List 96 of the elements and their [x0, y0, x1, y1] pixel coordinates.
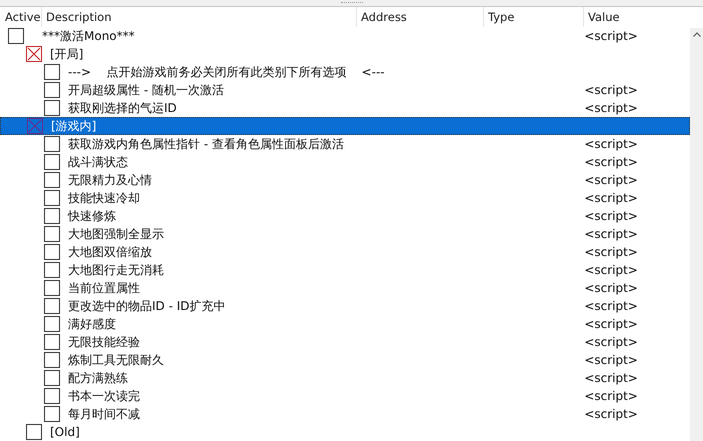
tree-row[interactable]: 大地图行走无消耗 <script>	[0, 261, 690, 279]
entry-value: <script>	[584, 191, 638, 205]
checkbox[interactable]	[44, 280, 60, 296]
scrollbar[interactable]	[690, 28, 703, 441]
tree-row[interactable]: 无限精力及心情 <script>	[0, 171, 690, 189]
checkbox[interactable]	[44, 208, 60, 224]
entry-value: <script>	[584, 155, 638, 169]
checkbox[interactable]	[26, 46, 42, 62]
selected-row[interactable]: [游戏内]	[0, 117, 690, 135]
entry-description: 更改选中的物品ID - ID扩充中	[68, 298, 226, 314]
tree-row[interactable]: 战斗满状态 <script>	[0, 153, 690, 171]
tree-row[interactable]: 书本一次读完 <script>	[0, 387, 690, 405]
checkbox[interactable]	[8, 28, 24, 44]
entry-value: <script>	[584, 371, 638, 385]
entry-value: <script>	[584, 281, 638, 295]
splitter-grip-icon[interactable]	[340, 2, 362, 4]
entry-value: <script>	[584, 335, 638, 349]
entry-description: ***激活Mono***	[42, 28, 135, 44]
entry-description: 当前位置属性	[68, 280, 140, 296]
entry-description: 大地图双倍缩放	[68, 244, 152, 260]
tree-row[interactable]: 快速修炼 <script>	[0, 207, 690, 225]
entry-value: <script>	[584, 263, 638, 277]
entry-value: <script>	[584, 173, 638, 187]
column-header[interactable]: Value	[584, 7, 690, 27]
entry-description: 配方满熟练	[68, 370, 128, 386]
checkbox[interactable]	[44, 82, 60, 98]
column-header[interactable]: Description	[42, 7, 357, 27]
entry-description: 获取游戏内角色属性指针 - 查看角色属性面板后激活	[68, 136, 344, 152]
checkbox[interactable]	[44, 136, 60, 152]
tree-row[interactable]: [开局]	[0, 45, 690, 63]
tree-row[interactable]: 大地图双倍缩放 <script>	[0, 243, 690, 261]
checkbox[interactable]	[44, 172, 60, 188]
tree-row[interactable]: 无限技能经验 <script>	[0, 333, 690, 351]
entry-description: 战斗满状态	[68, 154, 128, 170]
tree-row[interactable]: 获取游戏内角色属性指针 - 查看角色属性面板后激活 <script>	[0, 135, 690, 153]
checkbox[interactable]	[44, 154, 60, 170]
entry-value: <script>	[584, 389, 638, 403]
entry-description: 炼制工具无限耐久	[68, 352, 164, 368]
entry-value: <script>	[584, 353, 638, 367]
checkbox[interactable]	[44, 388, 60, 404]
tree-row[interactable]: 开局超级属性 - 随机一次激活 <script>	[0, 81, 690, 99]
checkbox[interactable]	[26, 424, 42, 440]
entry-description: 每月时间不减	[68, 406, 140, 422]
entry-description: 满好感度	[68, 316, 116, 332]
entry-value: <script>	[584, 299, 638, 313]
tree-row[interactable]: ---> 点开始游戏前务必关闭所有此类别下所有选项 <---	[0, 63, 690, 81]
checkbox[interactable]	[44, 298, 60, 314]
tree-row[interactable]: 获取刚选择的气运ID <script>	[0, 99, 690, 117]
tree-row[interactable]: 更改选中的物品ID - ID扩充中 <script>	[0, 297, 690, 315]
column-header[interactable]: Active	[0, 7, 42, 27]
entry-value: <script>	[584, 227, 638, 241]
entry-description: 快速修炼	[68, 208, 116, 224]
checkbox[interactable]	[44, 226, 60, 242]
entry-description: 无限精力及心情	[68, 172, 152, 188]
entry-value: <script>	[584, 83, 638, 97]
entry-description: [游戏内]	[51, 118, 96, 134]
entry-value: <script>	[584, 101, 638, 115]
scroll-up-icon[interactable]	[692, 32, 700, 37]
tree-row[interactable]: 大地图强制全显示 <script>	[0, 225, 690, 243]
tree-row[interactable]: 炼制工具无限耐久 <script>	[0, 351, 690, 369]
checkbox[interactable]	[44, 352, 60, 368]
checkbox[interactable]	[44, 316, 60, 332]
checkbox[interactable]	[44, 190, 60, 206]
entry-value: <script>	[584, 245, 638, 259]
entry-value: <script>	[584, 29, 638, 43]
checkbox[interactable]	[44, 262, 60, 278]
entry-description: 技能快速冷却	[68, 190, 140, 206]
entry-description: 无限技能经验	[68, 334, 140, 350]
tree-row[interactable]: 每月时间不减 <script>	[0, 405, 690, 423]
entry-description: 大地图行走无消耗	[68, 262, 164, 278]
tree-row[interactable]: 满好感度 <script>	[0, 315, 690, 333]
checkbox[interactable]	[44, 370, 60, 386]
tree-row[interactable]: 当前位置属性 <script>	[0, 279, 690, 297]
entry-description: 开局超级属性 - 随机一次激活	[68, 82, 224, 98]
tree-row[interactable]: 技能快速冷却 <script>	[0, 189, 690, 207]
entry-description: [Old]	[50, 425, 80, 439]
entry-description: 获取刚选择的气运ID	[68, 100, 177, 116]
entry-value: <script>	[584, 317, 638, 331]
checkbox[interactable]	[44, 64, 60, 80]
entry-description: [开局]	[50, 46, 84, 62]
checkbox[interactable]	[27, 118, 43, 134]
tree-row[interactable]: ***激活Mono*** <script>	[0, 27, 690, 45]
tree-row[interactable]: 配方满熟练 <script>	[0, 369, 690, 387]
checkbox[interactable]	[44, 100, 60, 116]
column-header[interactable]: Type	[484, 7, 584, 27]
checkbox[interactable]	[44, 244, 60, 260]
entry-description: 大地图强制全显示	[68, 226, 164, 242]
tree-row[interactable]: [Old]	[0, 423, 690, 441]
entry-value: <script>	[584, 209, 638, 223]
checkbox[interactable]	[44, 334, 60, 350]
entry-description: ---> 点开始游戏前务必关闭所有此类别下所有选项 <---	[68, 64, 385, 80]
checkbox[interactable]	[44, 406, 60, 422]
entry-value: <script>	[584, 137, 638, 151]
column-header[interactable]: Address	[357, 7, 484, 27]
entry-description: 书本一次读完	[68, 388, 140, 404]
entry-value: <script>	[584, 407, 638, 421]
